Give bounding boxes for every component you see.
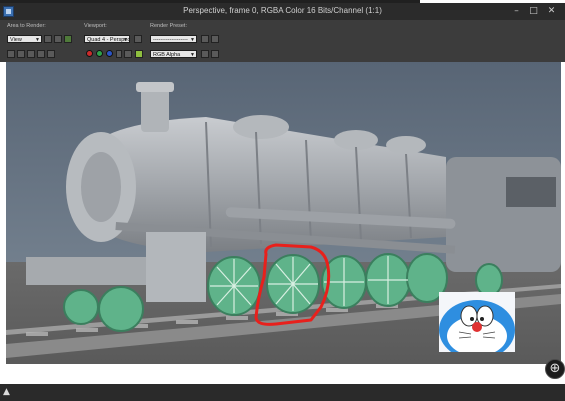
swatch-icon[interactable] bbox=[135, 50, 143, 58]
green-channel-toggle[interactable] bbox=[96, 50, 103, 57]
maximize-button[interactable]: □ bbox=[528, 6, 539, 17]
edit-region-icon[interactable] bbox=[44, 35, 52, 43]
render-tea-icon[interactable] bbox=[64, 35, 72, 43]
clear-image-icon[interactable] bbox=[47, 50, 55, 58]
area-to-render-value: View bbox=[10, 37, 22, 43]
zoom-in-button[interactable]: ⊕ bbox=[545, 359, 565, 379]
save-image-icon[interactable] bbox=[7, 50, 15, 58]
channel-display-dropdown[interactable]: RGB Alpha ▼ bbox=[150, 50, 197, 58]
chevron-down-icon: ▼ bbox=[190, 37, 195, 43]
render-toolbar: Area to Render: View ▼ Viewport: Quad 4 … bbox=[0, 20, 565, 62]
chevron-down-icon: ▼ bbox=[123, 37, 128, 43]
area-to-render-dropdown[interactable]: View ▼ bbox=[7, 35, 42, 43]
cat-face-icon bbox=[439, 292, 515, 352]
window-title: Perspective, frame 0, RGBA Color 16 Bits… bbox=[183, 6, 382, 15]
red-channel-toggle[interactable] bbox=[86, 50, 93, 57]
viewport-dropdown[interactable]: Quad 4 - Perspec ▼ bbox=[84, 35, 130, 43]
render-setup-icon[interactable] bbox=[201, 35, 209, 43]
lock-viewport-icon[interactable] bbox=[134, 35, 142, 43]
cartoon-cat-overlay bbox=[439, 292, 515, 352]
environment-icon[interactable] bbox=[211, 35, 219, 43]
channel-display-value: RGB Alpha bbox=[153, 52, 181, 58]
close-button[interactable]: ✕ bbox=[546, 6, 557, 17]
toggle-ui-overlay-icon[interactable] bbox=[201, 50, 209, 58]
auto-region-icon[interactable] bbox=[54, 35, 62, 43]
chevron-down-icon: ▼ bbox=[35, 37, 40, 43]
title-bar: Perspective, frame 0, RGBA Color 16 Bits… bbox=[0, 3, 565, 20]
toggle-ui-icon[interactable] bbox=[211, 50, 219, 58]
render-preset-value: ------------------- bbox=[153, 37, 188, 43]
viewport-label: Viewport: bbox=[84, 23, 107, 29]
copy-image-icon[interactable] bbox=[17, 50, 25, 58]
alpha-channel-icon[interactable] bbox=[116, 50, 122, 58]
render-preset-label: Render Preset: bbox=[150, 23, 187, 29]
chevron-down-icon: ▼ bbox=[190, 52, 195, 58]
print-image-icon[interactable] bbox=[37, 50, 45, 58]
clone-frame-icon[interactable] bbox=[27, 50, 35, 58]
rendered-frame-window: Perspective, frame 0, RGBA Color 16 Bits… bbox=[0, 0, 565, 401]
zoom-in-icon: ⊕ bbox=[549, 361, 561, 376]
area-to-render-label: Area to Render: bbox=[7, 23, 46, 29]
monochrome-icon[interactable] bbox=[124, 50, 132, 58]
taskbar: ▲ bbox=[0, 384, 565, 401]
minimize-button[interactable]: – bbox=[511, 6, 522, 17]
blue-channel-toggle[interactable] bbox=[106, 50, 113, 57]
render-preset-dropdown[interactable]: ------------------- ▼ bbox=[150, 35, 197, 43]
arrow-up-icon[interactable]: ▲ bbox=[3, 387, 10, 397]
